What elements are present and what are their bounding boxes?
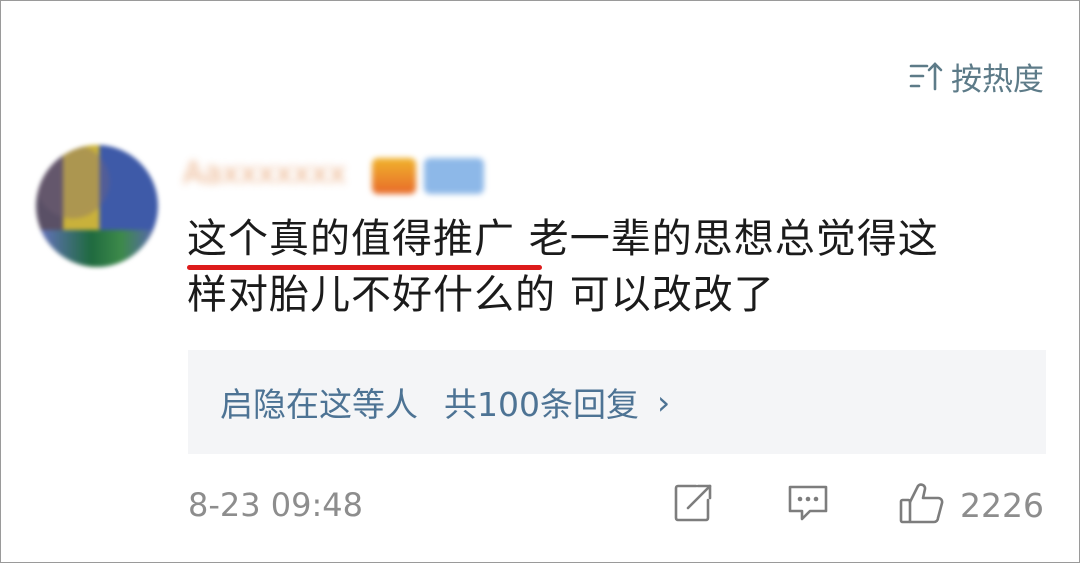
avatar[interactable] — [36, 145, 158, 267]
vip-badge-icon — [372, 158, 416, 194]
share-icon — [672, 482, 714, 528]
sort-by-hot-button[interactable]: 按热度 — [909, 56, 1044, 98]
reply-author[interactable]: 启隐在这等人 — [220, 378, 418, 426]
share-button[interactable] — [672, 483, 714, 527]
sort-label: 按热度 — [951, 61, 1044, 98]
highlight-underline — [187, 265, 542, 270]
level-badge-icon — [424, 158, 484, 194]
comment-line-1: 这个真的值得推广 老一辈的思想总觉得这 — [187, 216, 939, 262]
reply-count[interactable]: 共100条回复 — [444, 378, 639, 426]
like-count: 2226 — [960, 485, 1044, 525]
reply-preview[interactable]: 启隐在这等人 共100条回复 › — [188, 350, 1046, 454]
timestamp: 8-23 09:48 — [188, 486, 364, 524]
comment-line-2: 样对胎儿不好什么的 可以改改了 — [187, 272, 775, 318]
chevron-right-icon: › — [657, 382, 671, 422]
comment-icon — [786, 482, 830, 528]
username[interactable]: Aaxxxxxxx — [183, 156, 363, 192]
comment-button[interactable] — [786, 483, 830, 527]
sort-icon — [909, 61, 943, 91]
like-button[interactable]: 2226 — [898, 483, 1044, 527]
like-icon — [898, 480, 946, 530]
